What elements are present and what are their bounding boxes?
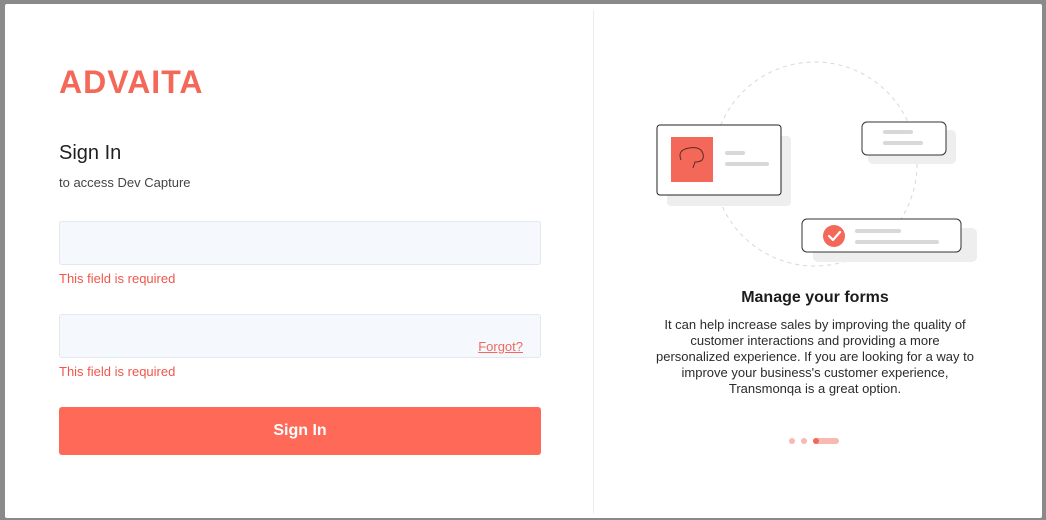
brand-logo: ADVAITA [59,64,204,100]
username-error: This field is required [59,271,176,286]
text-line [725,162,769,166]
note-card [861,121,947,156]
password-error: This field is required [59,364,176,379]
check-circle-icon [823,225,845,247]
forms-illustration [656,61,977,267]
panel-divider [593,10,594,514]
carousel-dot-2[interactable] [801,438,807,444]
carousel-description: It can help increase sales by improving … [656,317,974,396]
text-line [855,229,901,233]
text-line [725,151,745,155]
carousel-dot-active-marker [813,438,819,444]
password-field[interactable]: Forgot? [59,314,541,358]
username-field[interactable] [59,221,541,265]
page-title: Sign In [59,142,122,164]
avatar-placeholder [671,137,713,182]
forgot-password-link[interactable]: Forgot? [478,339,523,354]
text-line [883,141,923,145]
text-line [855,240,939,244]
login-window: ADVAITA Sign In to access Dev Capture Th… [5,4,1042,518]
carousel-title: Manage your forms [741,289,889,306]
carousel-dot-1[interactable] [789,438,795,444]
username-input[interactable] [60,222,540,264]
text-line [883,130,913,134]
page-subtitle: to access Dev Capture [59,175,191,190]
password-input[interactable] [60,315,540,357]
sign-in-button[interactable]: Sign In [59,407,541,455]
